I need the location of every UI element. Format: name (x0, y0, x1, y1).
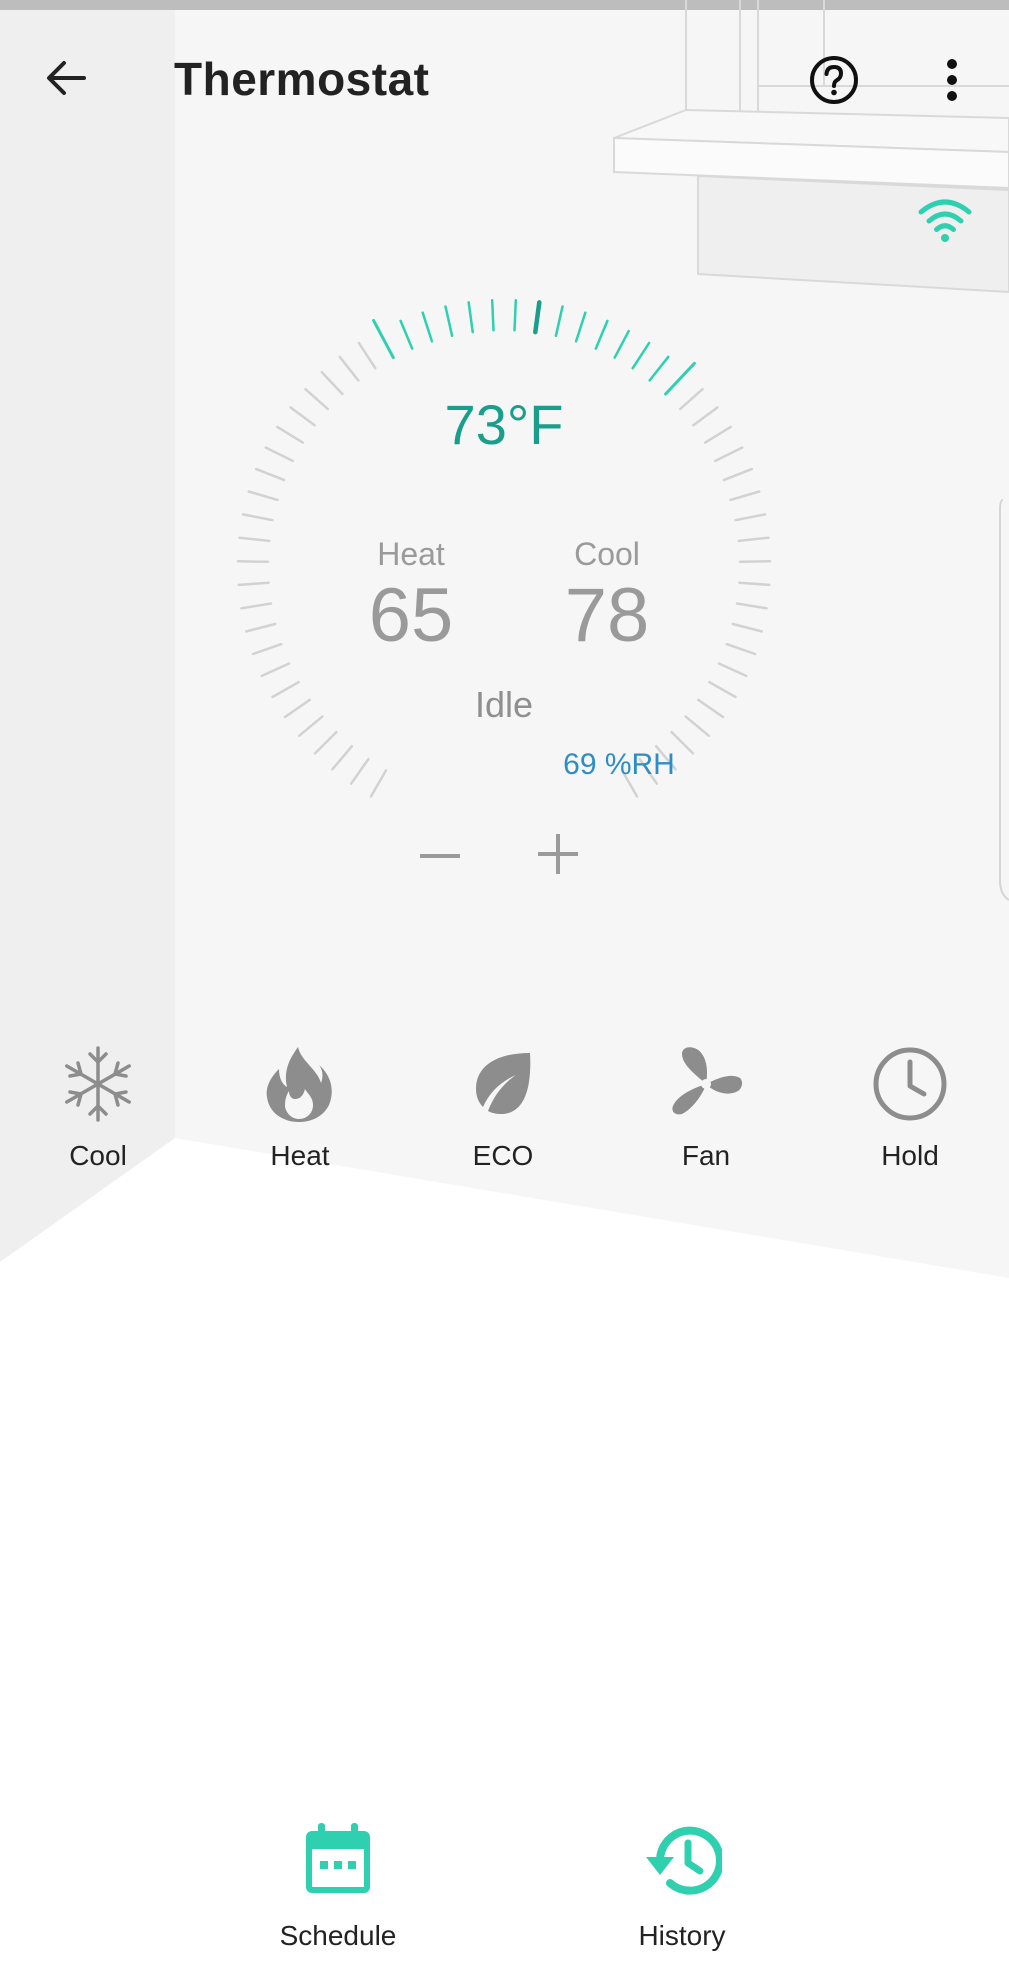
humidity-reading: 69 %RH (563, 748, 675, 781)
more-options-button[interactable] (920, 42, 984, 122)
mode-hold-label: Hold (881, 1140, 939, 1171)
dial-tick (664, 361, 696, 396)
thermostat-dial[interactable]: 73°F Heat 65 Cool 78 Idle 69 %RH (204, 266, 804, 866)
mode-cool-button[interactable]: Cool (18, 1040, 178, 1180)
dial-tick (320, 370, 344, 396)
schedule-button[interactable]: Schedule (238, 1820, 438, 1970)
cool-setpoint-label: Cool (574, 536, 640, 572)
back-button[interactable] (30, 40, 102, 120)
dial-tick (237, 581, 270, 587)
mode-eco-label: ECO (472, 1140, 534, 1171)
dial-tick (631, 341, 651, 370)
history-label: History (638, 1920, 726, 1951)
bottom-nav: Schedule History (0, 1800, 1009, 1980)
system-status: Idle (474, 684, 534, 725)
dial-tick (513, 299, 518, 332)
cool-setpoint-value[interactable]: 78 (542, 572, 672, 659)
dial-tick (717, 662, 748, 678)
dial-tick (399, 319, 414, 350)
dial-tick (729, 490, 761, 502)
dial-tick (444, 305, 454, 338)
mode-heat-label: Heat (270, 1140, 330, 1171)
minus-icon (420, 847, 460, 865)
mode-eco-button[interactable]: ECO (423, 1040, 583, 1180)
current-temperature: 73°F (444, 393, 564, 456)
dial-tick (255, 467, 286, 482)
help-button[interactable] (800, 42, 868, 122)
mode-heat-button[interactable]: Heat (220, 1040, 380, 1180)
mode-fan-button[interactable]: Fan (626, 1040, 786, 1180)
history-icon (642, 1820, 722, 1900)
dial-tick (648, 355, 670, 382)
dial-tick (357, 341, 377, 370)
dial-tick (338, 355, 360, 382)
heat-setpoint-value[interactable]: 65 (346, 572, 476, 659)
dial-tick (533, 300, 542, 335)
dial-tick (251, 642, 283, 656)
increase-temp-button[interactable] (524, 826, 592, 886)
dial-tick (238, 536, 271, 543)
more-vertical-icon (944, 56, 960, 109)
schedule-label: Schedule (279, 1920, 397, 1951)
fan-icon (666, 1044, 746, 1124)
dial-tick (331, 745, 354, 771)
dial-tick (369, 769, 388, 798)
clock-icon (870, 1044, 950, 1124)
dial-tick (613, 329, 630, 359)
dial-tick (244, 622, 277, 633)
dial-tick (594, 319, 609, 350)
leaf-icon (463, 1044, 543, 1124)
mode-hold-button[interactable]: Hold (830, 1040, 990, 1180)
top-app-bar: Thermostat (0, 0, 1009, 160)
dial-tick (247, 490, 279, 502)
calendar-icon (298, 1820, 378, 1900)
dial-tick (722, 467, 753, 482)
mode-cool-label: Cool (69, 1140, 127, 1171)
page-title: Thermostat (174, 53, 430, 105)
dial-tick (467, 301, 474, 334)
dial-ticks (236, 299, 772, 798)
arrow-left-icon (42, 54, 90, 107)
dial-tick (421, 311, 434, 343)
wifi-icon (915, 195, 975, 245)
plus-icon (538, 833, 578, 879)
dial-tick (554, 305, 564, 338)
question-circle-icon (808, 54, 860, 111)
dial-tick (731, 622, 764, 633)
dial-tick (349, 757, 370, 785)
dial-tick (490, 299, 495, 332)
dial-tick (725, 642, 757, 656)
mode-bar: Cool Heat ECO Fan Hold (0, 1040, 1009, 1180)
dial-tick (236, 560, 270, 564)
dial-tick (737, 536, 770, 543)
flame-icon (260, 1044, 340, 1124)
decrease-temp-button[interactable] (406, 826, 474, 886)
history-button[interactable]: History (582, 1820, 782, 1970)
dial-tick (241, 513, 274, 522)
dial-tick (240, 602, 273, 610)
dial-tick (574, 311, 587, 343)
dial-tick (260, 662, 291, 678)
snowflake-icon (58, 1044, 138, 1124)
dial-tick (372, 319, 395, 360)
mode-fan-label: Fan (681, 1140, 731, 1171)
dial-tick (734, 513, 767, 522)
heat-setpoint-label: Heat (377, 536, 445, 572)
dial-tick (735, 602, 768, 610)
dial-tick (738, 581, 771, 587)
dial-tick (738, 560, 772, 564)
dial-tick (313, 730, 338, 755)
